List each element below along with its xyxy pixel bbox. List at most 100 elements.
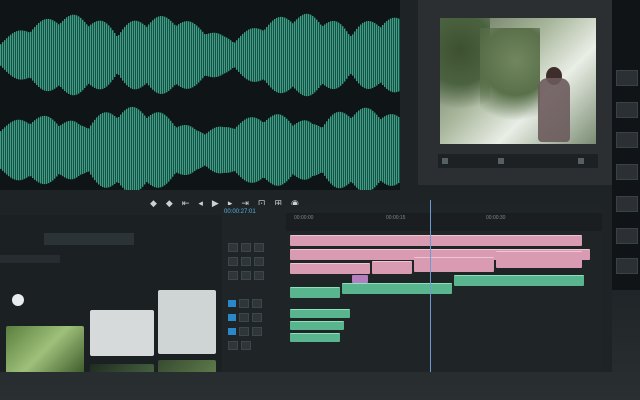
audio-clip-a1a[interactable] [290, 287, 340, 298]
mark-in-icon[interactable]: ◆ [150, 198, 157, 209]
sync-icon[interactable] [254, 257, 264, 266]
tool-button[interactable] [616, 196, 638, 212]
sync-icon[interactable] [254, 243, 264, 252]
waveform-bar [190, 21, 192, 89]
waveform-bar [198, 131, 200, 169]
waveform-bar [218, 33, 220, 77]
waveform-bar [260, 120, 262, 180]
waveform-bar [314, 124, 316, 176]
play-icon[interactable]: ▶ [212, 198, 219, 209]
playhead[interactable] [430, 200, 431, 372]
audio-clip-a1c[interactable] [454, 275, 584, 286]
waveform-bar [236, 40, 238, 70]
mute-icon[interactable] [239, 327, 249, 336]
thumbnail-5[interactable] [90, 364, 154, 372]
project-tab[interactable] [44, 233, 112, 245]
source-patch-icon[interactable] [228, 314, 236, 321]
waveform-bar [132, 106, 134, 190]
waveform-bar [104, 22, 106, 88]
track-header-a2[interactable] [228, 313, 284, 322]
thumbnail-4[interactable] [158, 360, 216, 372]
audio-clip-a3[interactable] [290, 321, 344, 330]
waveform-bar [78, 16, 80, 94]
thumbnail-1[interactable] [6, 326, 84, 372]
sync-icon[interactable] [254, 271, 264, 280]
new-item-icon[interactable] [12, 294, 24, 306]
video-clip-v1d[interactable] [496, 251, 582, 268]
waveform-bar [176, 127, 178, 173]
tool-button[interactable] [616, 70, 638, 86]
video-clip-v1b[interactable] [372, 261, 412, 274]
track-header-v3[interactable] [228, 243, 284, 252]
time-ruler[interactable]: 00:00:00 00:00:15 00:00:30 [286, 213, 602, 231]
track-header-a1[interactable] [228, 299, 284, 308]
eye-icon[interactable] [241, 271, 251, 280]
track-header-v1[interactable] [228, 271, 284, 280]
waveform-bar [148, 24, 150, 86]
waveform-bar [188, 21, 190, 89]
waveform-bar [66, 17, 68, 93]
track-header-a4[interactable] [228, 341, 284, 350]
video-clip-v1c[interactable] [414, 257, 494, 272]
lock-icon[interactable] [228, 243, 238, 252]
program-monitor-controls[interactable] [438, 154, 598, 168]
waveform-bar [226, 37, 228, 73]
video-clip-v1a[interactable] [290, 263, 370, 274]
eye-icon[interactable] [241, 257, 251, 266]
waveform-bar [118, 116, 120, 184]
timeline-panel[interactable]: 00:00:27:01 00:00:00 00:00:15 00:00:30 [222, 205, 602, 372]
tool-button[interactable] [616, 164, 638, 180]
mark-out-icon[interactable]: ◆ [166, 198, 173, 209]
play-icon[interactable] [498, 158, 504, 164]
waveform-bar [108, 25, 110, 85]
waveform-bar [134, 20, 136, 90]
tool-button[interactable] [616, 258, 638, 274]
search-input[interactable] [0, 255, 60, 263]
source-patch-icon[interactable] [228, 300, 236, 307]
mute-icon[interactable] [228, 341, 238, 350]
video-clip-v3[interactable] [290, 235, 582, 246]
audio-waveform-panel[interactable] [0, 0, 400, 190]
mute-icon[interactable] [239, 313, 249, 322]
waveform-bar [112, 114, 114, 186]
waveform-bar [324, 124, 326, 176]
tool-button[interactable] [616, 132, 638, 148]
solo-icon[interactable] [252, 313, 262, 322]
waveform-bar [8, 36, 10, 74]
settings-icon[interactable] [578, 158, 584, 164]
track-header-v2[interactable] [228, 257, 284, 266]
thumbnail-3[interactable] [158, 290, 216, 354]
adjustment-clip[interactable] [352, 275, 368, 283]
source-patch-icon[interactable] [228, 328, 236, 335]
solo-icon[interactable] [252, 327, 262, 336]
mark-in-icon[interactable] [442, 158, 448, 164]
audio-clip-a1b[interactable] [342, 283, 452, 294]
thumbnail-2[interactable] [90, 310, 154, 356]
lock-icon[interactable] [228, 257, 238, 266]
tool-button[interactable] [616, 228, 638, 244]
eye-icon[interactable] [241, 243, 251, 252]
go-to-in-icon[interactable]: ⇤ [182, 198, 190, 209]
waveform-bar [324, 24, 326, 86]
waveform-bar [316, 19, 318, 91]
waveform-bar [300, 15, 302, 95]
track-header-a3[interactable] [228, 327, 284, 336]
audio-clip-a4[interactable] [290, 333, 340, 342]
mute-icon[interactable] [239, 299, 249, 308]
program-monitor[interactable] [418, 0, 612, 185]
timecode-display[interactable]: 00:00:27:01 [224, 209, 256, 215]
waveform-bar [310, 122, 312, 178]
waveform-bar [42, 20, 44, 90]
solo-icon[interactable] [241, 341, 251, 350]
solo-icon[interactable] [252, 299, 262, 308]
waveform-bar [396, 115, 398, 185]
lock-icon[interactable] [228, 271, 238, 280]
step-back-icon[interactable]: ◂ [198, 198, 203, 209]
tool-button[interactable] [616, 102, 638, 118]
audio-clip-a2[interactable] [290, 309, 350, 318]
waveform-bar [48, 18, 50, 92]
waveform-bar [160, 16, 162, 94]
waveform-bar [56, 123, 58, 177]
ruler-mark: 00:00:00 [294, 215, 314, 221]
media-browser-tab[interactable] [112, 233, 134, 245]
